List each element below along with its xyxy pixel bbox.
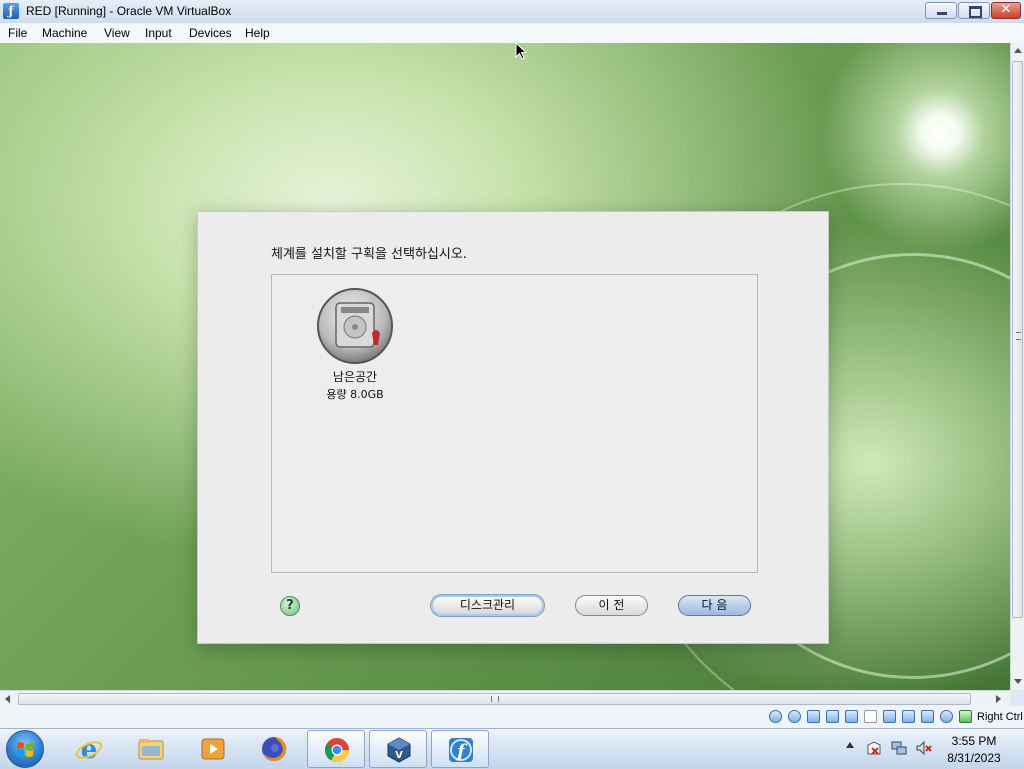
vm-status-bar: Right Ctrl bbox=[0, 706, 1024, 728]
scroll-right-arrow-icon[interactable] bbox=[996, 695, 1001, 703]
dialog-heading: 체계를 설치할 구획을 선택하십시오. bbox=[271, 247, 467, 262]
show-hidden-icons-arrow[interactable] bbox=[846, 742, 854, 748]
volume-muted-icon[interactable] bbox=[916, 740, 932, 756]
partition-name: 남은공간 bbox=[332, 370, 378, 384]
menu-machine[interactable]: Machine bbox=[42, 26, 87, 40]
menu-input[interactable]: Input bbox=[145, 26, 172, 40]
mouse-cursor-icon bbox=[515, 42, 527, 60]
horizontal-scroll-thumb[interactable] bbox=[18, 693, 971, 705]
svg-text:e: e bbox=[81, 735, 98, 763]
taskbar-internet-explorer[interactable]: e bbox=[60, 730, 118, 768]
taskbar-virtualbox[interactable]: V bbox=[369, 730, 427, 768]
maximize-button[interactable] bbox=[958, 2, 990, 19]
partition-size: 용량 8.0GB bbox=[326, 388, 384, 401]
optical-drive-icon[interactable] bbox=[788, 710, 801, 723]
close-button[interactable]: ✕ bbox=[991, 2, 1021, 19]
menu-help[interactable]: Help bbox=[245, 26, 270, 40]
cpu-icon[interactable] bbox=[940, 710, 953, 723]
menu-view[interactable]: View bbox=[104, 26, 130, 40]
network-icon[interactable] bbox=[891, 740, 907, 756]
taskbar-media-player[interactable] bbox=[184, 730, 242, 768]
network-icon[interactable] bbox=[826, 710, 839, 723]
clock-date[interactable]: 8/31/2023 bbox=[940, 751, 1008, 765]
scroll-up-arrow-icon[interactable] bbox=[1014, 48, 1022, 53]
vertical-scrollbar[interactable] bbox=[1010, 43, 1024, 690]
virtualbox-icon: V bbox=[387, 737, 411, 763]
installer-dialog: 체계를 설치할 구획을 선택하십시오. 남은공간 용량 8.0GB ? 디스크관… bbox=[197, 211, 829, 644]
partition-item[interactable]: 남은공간 용량 8.0GB bbox=[300, 287, 410, 407]
scroll-left-arrow-icon[interactable] bbox=[5, 695, 10, 703]
host-key-label[interactable]: Right Ctrl bbox=[977, 711, 1023, 723]
disk-management-button[interactable]: 디스크관리 bbox=[431, 595, 544, 616]
virtualization-icon[interactable] bbox=[921, 710, 934, 723]
display-icon[interactable] bbox=[883, 710, 896, 723]
recording-icon[interactable] bbox=[902, 710, 915, 723]
grip-icon bbox=[1016, 332, 1021, 340]
taskbar-chrome[interactable] bbox=[307, 730, 365, 768]
vm-display[interactable]: 체계를 설치할 구획을 선택하십시오. 남은공간 용량 8.0GB ? 디스크관… bbox=[0, 43, 1010, 690]
close-icon: ✕ bbox=[1000, 2, 1012, 17]
hard-disk-icon[interactable] bbox=[769, 710, 782, 723]
taskbar-red-star-installer[interactable]: f bbox=[431, 730, 489, 768]
file-explorer-icon bbox=[138, 739, 164, 760]
scroll-down-arrow-icon[interactable] bbox=[1014, 679, 1022, 684]
window-titlebar[interactable]: ƒ RED [Running] - Oracle VM VirtualBox ✕ bbox=[0, 0, 1024, 24]
vertical-scroll-thumb[interactable] bbox=[1012, 61, 1023, 618]
internet-explorer-icon: e bbox=[75, 735, 103, 763]
previous-button[interactable]: 이 전 bbox=[575, 595, 648, 616]
window-title: RED [Running] - Oracle VM VirtualBox bbox=[26, 4, 232, 18]
media-player-icon bbox=[201, 738, 225, 760]
hard-disk-icon bbox=[317, 288, 393, 364]
next-button[interactable]: 다 음 bbox=[678, 595, 751, 616]
svg-text:V: V bbox=[395, 750, 403, 761]
clock-time[interactable]: 3:55 PM bbox=[944, 734, 1004, 748]
usb-icon[interactable] bbox=[845, 710, 858, 723]
menu-devices[interactable]: Devices bbox=[189, 26, 232, 40]
chrome-icon bbox=[324, 738, 349, 763]
taskbar-firefox[interactable] bbox=[245, 730, 303, 768]
taskbar-file-explorer[interactable] bbox=[122, 730, 180, 768]
shared-folder-icon[interactable] bbox=[864, 710, 877, 723]
action-center-icon[interactable] bbox=[866, 740, 882, 756]
windows-logo-icon bbox=[17, 742, 33, 757]
partition-list[interactable]: 남은공간 용량 8.0GB bbox=[271, 274, 758, 573]
horizontal-scrollbar[interactable] bbox=[0, 690, 1010, 707]
taskbar: e V f 3:55 PM 8/31/2023 bbox=[0, 728, 1024, 769]
help-button[interactable]: ? bbox=[280, 596, 300, 616]
mouse-integration-icon[interactable] bbox=[959, 710, 972, 723]
start-button[interactable] bbox=[6, 730, 44, 768]
grip-icon bbox=[491, 696, 499, 702]
minimize-button[interactable] bbox=[925, 2, 957, 19]
red-star-installer-icon: f bbox=[449, 738, 473, 762]
audio-icon[interactable] bbox=[807, 710, 820, 723]
virtualbox-icon: ƒ bbox=[3, 3, 19, 19]
menu-file[interactable]: File bbox=[8, 26, 27, 40]
firefox-icon bbox=[262, 736, 287, 761]
help-icon: ? bbox=[286, 598, 294, 613]
menu-bar: File Machine View Input Devices Help bbox=[0, 23, 1024, 44]
